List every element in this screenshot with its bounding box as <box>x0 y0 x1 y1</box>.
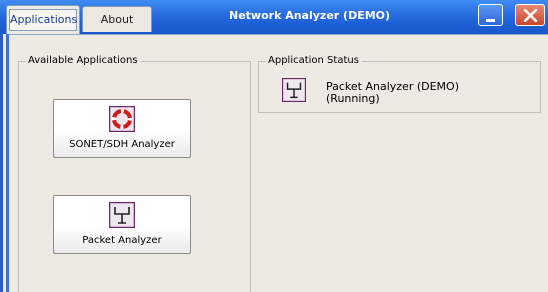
title-bar: Applications About Network Analyzer (DEM… <box>0 0 548 34</box>
tab-panel-top-border <box>9 34 548 35</box>
close-icon <box>523 9 538 22</box>
tab-applications[interactable]: Applications <box>6 5 80 34</box>
window-left-border <box>0 34 3 292</box>
tab-applications-label: Applications <box>9 9 77 31</box>
close-button[interactable] <box>515 4 545 26</box>
window-left-border-inner <box>6 34 9 292</box>
sonet-sdh-analyzer-label: SONET/SDH Analyzer <box>69 139 175 150</box>
window-title: Network Analyzer (DEMO) <box>229 9 391 22</box>
application-status-title: Application Status <box>265 55 362 66</box>
packet-network-icon <box>109 202 135 228</box>
minimize-button[interactable] <box>478 4 503 26</box>
packet-network-icon <box>282 78 306 102</box>
sonet-sdh-analyzer-button[interactable]: SONET/SDH Analyzer <box>53 99 191 158</box>
sonet-lifebuoy-icon <box>109 106 135 132</box>
available-applications-group: Available Applications <box>18 55 251 292</box>
packet-analyzer-button[interactable]: Packet Analyzer <box>53 195 191 254</box>
available-applications-title: Available Applications <box>25 55 141 66</box>
minimize-icon <box>486 19 495 22</box>
packet-analyzer-label: Packet Analyzer <box>82 235 162 246</box>
status-app-state: (Running) <box>326 92 380 105</box>
tab-about[interactable]: About <box>82 6 152 32</box>
